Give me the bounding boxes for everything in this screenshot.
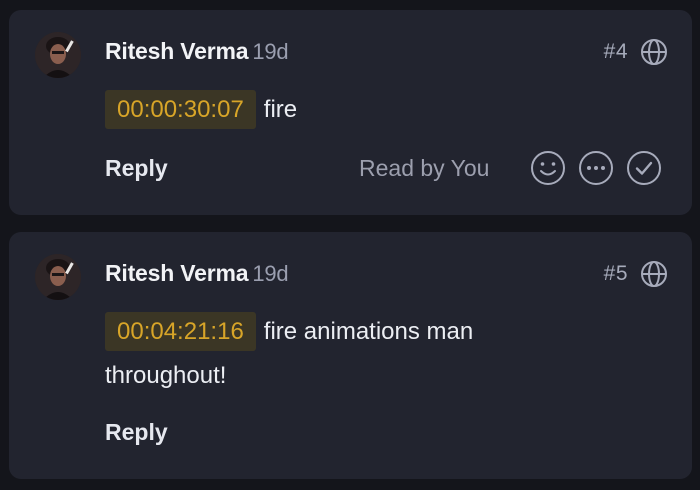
timecode-badge[interactable]: 00:04:21:16 <box>105 312 256 351</box>
more-icon[interactable] <box>577 149 615 187</box>
comment-number: #5 <box>603 262 628 285</box>
globe-icon[interactable] <box>640 38 668 66</box>
avatar[interactable] <box>35 32 81 78</box>
comment-text: fire <box>263 96 298 123</box>
reply-button[interactable]: Reply <box>105 155 168 182</box>
avatar[interactable] <box>35 254 81 300</box>
comment-body: 00:00:30:07 fire <box>105 88 575 132</box>
author-name[interactable]: Ritesh Verma 19d <box>105 38 289 65</box>
comment-number: #4 <box>603 40 628 63</box>
comment-card: Ritesh Verma 19d #4 00:00:30:07 fire Reply… <box>9 10 692 215</box>
check-icon[interactable] <box>625 149 663 187</box>
emoji-icon[interactable] <box>529 149 567 187</box>
reply-button[interactable]: Reply <box>105 419 168 446</box>
comment-card: Ritesh Verma 19d #5 00:04:21:16 fire anima… <box>9 232 692 479</box>
read-status: Read by You <box>359 155 490 181</box>
comment-age: 19d <box>252 261 289 286</box>
comment-body: 00:04:21:16 fire animations man throughou… <box>105 310 575 398</box>
globe-icon[interactable] <box>640 260 668 288</box>
author-name[interactable]: Ritesh Verma 19d <box>105 260 289 287</box>
comment-age: 19d <box>252 39 289 64</box>
timecode-badge[interactable]: 00:00:30:07 <box>105 90 256 129</box>
